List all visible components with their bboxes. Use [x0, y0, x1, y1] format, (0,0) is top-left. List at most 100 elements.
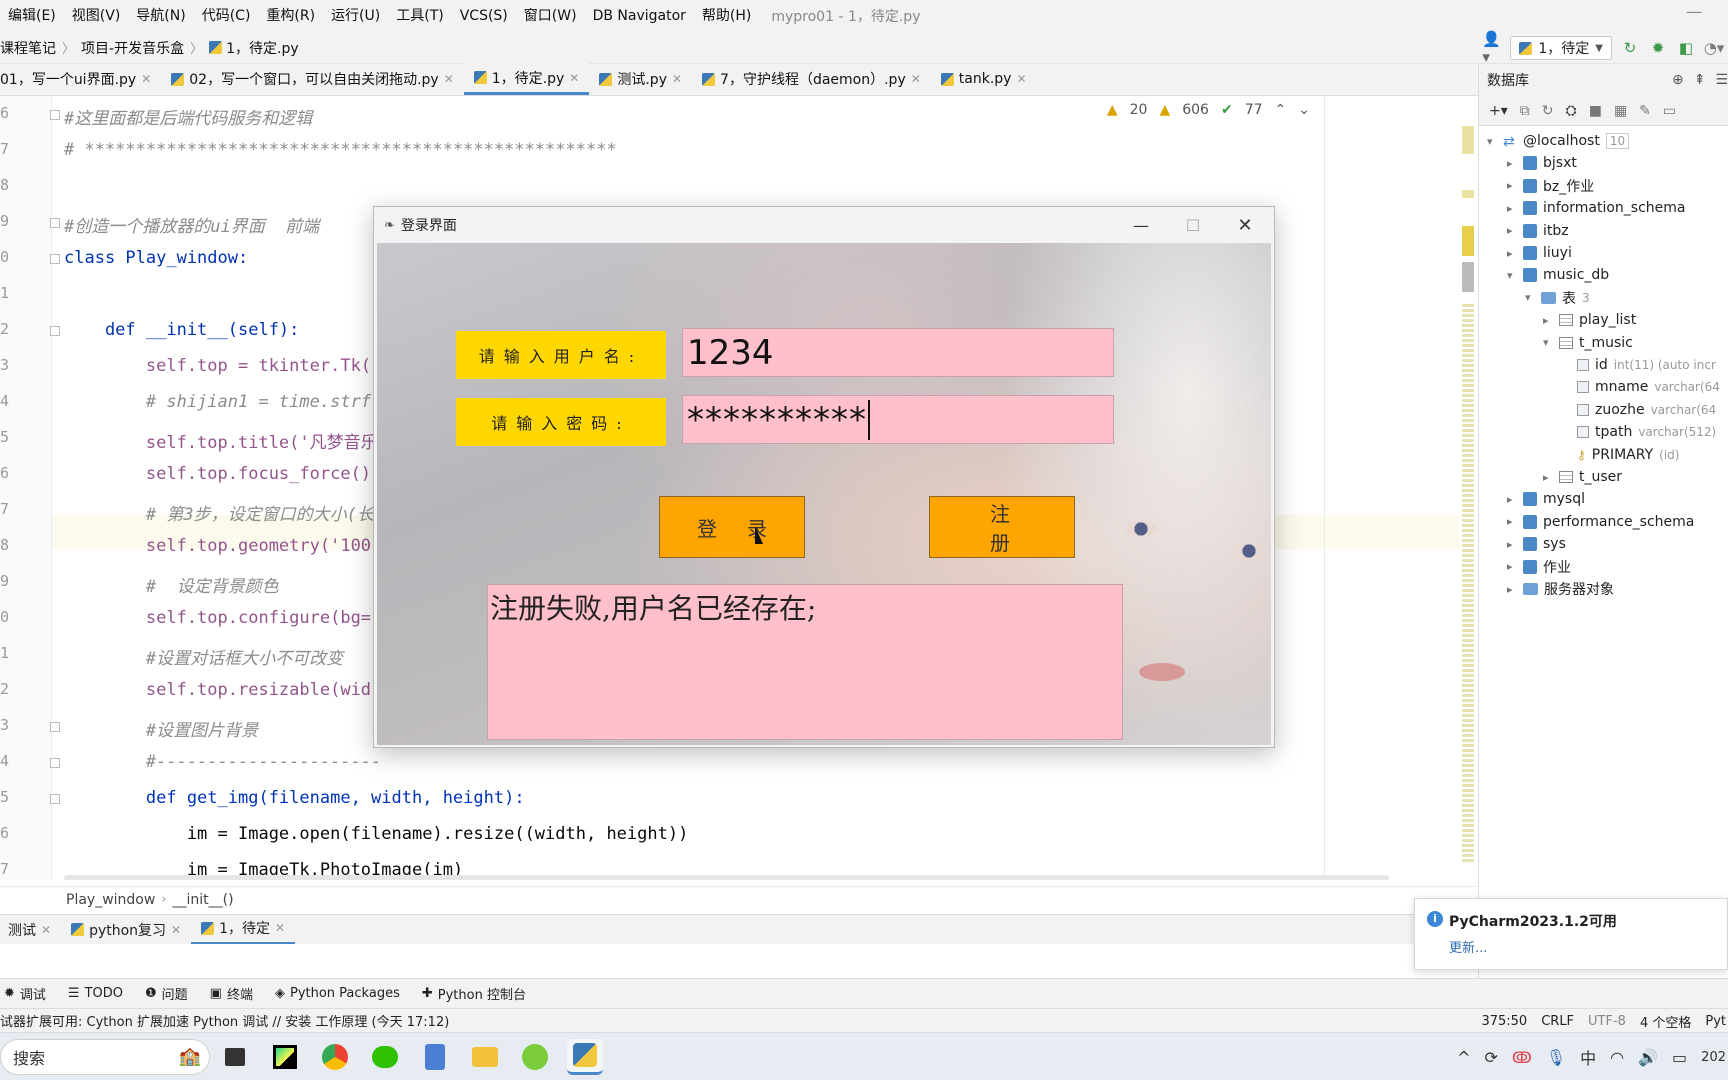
- tree-item[interactable]: ▸ bjsxt: [1507, 152, 1577, 174]
- update-link[interactable]: 更新...: [1449, 937, 1487, 956]
- schema-icon[interactable]: ⛭: [1566, 103, 1577, 119]
- tree-item[interactable]: zuozhe varchar(64: [1561, 399, 1716, 421]
- profile-icon[interactable]: ◔▾: [1704, 38, 1725, 58]
- close-button[interactable]: ✕: [1220, 207, 1270, 243]
- fold-marker-icon[interactable]: [50, 110, 60, 120]
- tree-item[interactable]: ▸ bz_作业: [1507, 175, 1594, 197]
- minimize-button[interactable]: —: [1686, 2, 1702, 21]
- chevron-right-icon[interactable]: ▸: [1507, 202, 1517, 215]
- collapse-all-icon[interactable]: ⇞: [1694, 72, 1706, 88]
- tree-item[interactable]: ▸ 作业: [1507, 556, 1571, 578]
- green-app-icon[interactable]: [517, 1039, 553, 1075]
- tree-item[interactable]: ▾ t_music: [1543, 332, 1633, 354]
- login-button[interactable]: 登录: [659, 496, 805, 558]
- chevron-right-icon[interactable]: ▸: [1507, 157, 1517, 170]
- notepad-icon[interactable]: [417, 1039, 453, 1075]
- close-icon[interactable]: ✕: [275, 921, 285, 935]
- tree-item[interactable]: tpath varchar(512): [1561, 421, 1716, 443]
- user-icon[interactable]: 👤▾: [1482, 30, 1502, 66]
- chevron-up-icon[interactable]: ⌃: [1275, 102, 1287, 118]
- menu-edit[interactable]: 编辑(E): [0, 0, 64, 32]
- menu-window[interactable]: 窗口(W): [516, 0, 585, 32]
- close-icon[interactable]: ✕: [171, 923, 181, 937]
- chevron-down-icon[interactable]: ▾: [1543, 336, 1553, 349]
- tool-problems[interactable]: ❶ 问题: [134, 984, 199, 1003]
- inspection-widget[interactable]: ▲ 20 ▲ 606 ✔ 77 ⌃ ⌄: [1107, 102, 1310, 118]
- tool-python-packages[interactable]: ◈ Python Packages: [264, 986, 411, 1001]
- breadcrumb-course-notes[interactable]: 课程笔记: [0, 38, 56, 58]
- battery-icon[interactable]: ▭: [1672, 1048, 1687, 1067]
- table-view-icon[interactable]: ▦: [1614, 103, 1627, 119]
- menu-help[interactable]: 帮助(H): [694, 0, 759, 32]
- run-console[interactable]: [0, 944, 1413, 978]
- tab-tank[interactable]: tank.py ✕: [931, 63, 1037, 95]
- message-box[interactable]: 注册失败,用户名已经存在;: [487, 584, 1123, 740]
- tree-item[interactable]: ▸ mysql: [1507, 488, 1585, 510]
- chevron-right-icon[interactable]: ▸: [1507, 583, 1517, 596]
- chrome-icon[interactable]: [317, 1039, 353, 1075]
- pycharm-app-icon[interactable]: [267, 1039, 303, 1075]
- chevron-right-icon[interactable]: ▸: [1543, 471, 1553, 484]
- ime-indicator[interactable]: 中: [1580, 1045, 1596, 1069]
- error-stripe[interactable]: [1460, 126, 1476, 880]
- wechat-icon[interactable]: [367, 1039, 403, 1075]
- menu-code[interactable]: 代码(C): [194, 0, 259, 32]
- run-configuration-select[interactable]: 1，待定 ▼: [1510, 36, 1612, 60]
- caret-position[interactable]: 375:50: [1481, 1014, 1527, 1029]
- maximize-button[interactable]: ☐: [1168, 207, 1218, 243]
- chevron-right-icon[interactable]: ▸: [1507, 560, 1517, 573]
- password-input[interactable]: **********: [682, 395, 1114, 444]
- chevron-right-icon[interactable]: ▸: [1507, 179, 1517, 192]
- tree-item[interactable]: ⚷ PRIMARY (id): [1561, 444, 1679, 466]
- tab-daemon-thread[interactable]: 7，守护线程（daemon）.py ✕: [692, 63, 931, 95]
- file-encoding[interactable]: UTF-8: [1588, 1014, 1626, 1029]
- horizontal-scrollbar[interactable]: [64, 875, 1389, 880]
- tool-debug[interactable]: ✹ 调试: [0, 984, 57, 1003]
- fold-marker-icon[interactable]: [50, 326, 60, 336]
- chevron-right-icon[interactable]: ▸: [1507, 247, 1517, 260]
- chevron-right-icon[interactable]: ▸: [1507, 493, 1517, 506]
- tree-item[interactable]: ▸ sys: [1507, 533, 1566, 555]
- tree-item[interactable]: ▾ 表 3: [1525, 287, 1590, 309]
- status-message[interactable]: 试器扩展可用: Cython 扩展加速 Python 调试 // 安装 工作原理…: [0, 1011, 449, 1030]
- tree-item[interactable]: ▸ performance_schema: [1507, 511, 1694, 533]
- tree-item[interactable]: ▸ 服务器对象: [1507, 578, 1614, 600]
- chevron-right-icon[interactable]: ▸: [1507, 538, 1517, 551]
- breadcrumb-project[interactable]: 项目-开发音乐盒: [81, 38, 184, 58]
- breadcrumb-file[interactable]: 1，待定.py: [226, 38, 299, 58]
- debug-icon[interactable]: ✹: [1648, 38, 1668, 58]
- close-icon[interactable]: ✕: [1016, 72, 1026, 86]
- menu-view[interactable]: 视图(V): [64, 0, 129, 32]
- clock[interactable]: 202: [1701, 1050, 1726, 1065]
- refresh-icon[interactable]: ↻: [1542, 103, 1554, 119]
- menu-vcs[interactable]: VCS(S): [452, 0, 516, 32]
- creative-cloud-icon[interactable]: ↂ: [1512, 1048, 1532, 1067]
- dialog-titlebar[interactable]: ❧ 登录界面 — ☐ ✕: [374, 207, 1274, 243]
- minimize-button[interactable]: —: [1116, 207, 1166, 243]
- interpreter[interactable]: Pyt: [1705, 1014, 1726, 1029]
- menu-db-navigator[interactable]: DB Navigator: [585, 0, 694, 32]
- taskbar-search[interactable]: 搜索 🏫: [0, 1038, 210, 1075]
- chevron-right-icon[interactable]: ▸: [1543, 314, 1553, 327]
- python-app-icon[interactable]: [567, 1038, 603, 1075]
- file-explorer-icon[interactable]: [467, 1039, 503, 1075]
- close-icon[interactable]: ✕: [672, 72, 682, 86]
- volume-icon[interactable]: 🔊: [1638, 1048, 1658, 1067]
- chevron-down-icon[interactable]: ▾: [1525, 291, 1535, 304]
- target-icon[interactable]: ⊕: [1672, 72, 1684, 88]
- run-tab-test[interactable]: 测试 ✕: [0, 915, 61, 945]
- coverage-icon[interactable]: ◧: [1676, 38, 1696, 58]
- close-icon[interactable]: ✕: [141, 72, 151, 86]
- menu-navigate[interactable]: 导航(N): [128, 0, 193, 32]
- register-button[interactable]: 注册: [929, 496, 1075, 558]
- indent-setting[interactable]: 4 个空格: [1640, 1012, 1691, 1031]
- rerun-icon[interactable]: ↻: [1620, 38, 1640, 58]
- tree-item[interactable]: id int(11) (auto incr: [1561, 354, 1716, 376]
- tab-test[interactable]: 测试.py ✕: [589, 63, 692, 95]
- breadcrumb-class[interactable]: Play_window: [66, 892, 155, 908]
- username-input[interactable]: 1234: [682, 328, 1114, 377]
- tree-item[interactable]: mname varchar(64: [1561, 376, 1720, 398]
- more-icon[interactable]: ☰: [1715, 72, 1728, 88]
- tab-closable-window[interactable]: 02，写一个窗口，可以自由关闭拖动.py ✕: [161, 63, 464, 95]
- tree-item[interactable]: ▾ music_db: [1507, 264, 1609, 286]
